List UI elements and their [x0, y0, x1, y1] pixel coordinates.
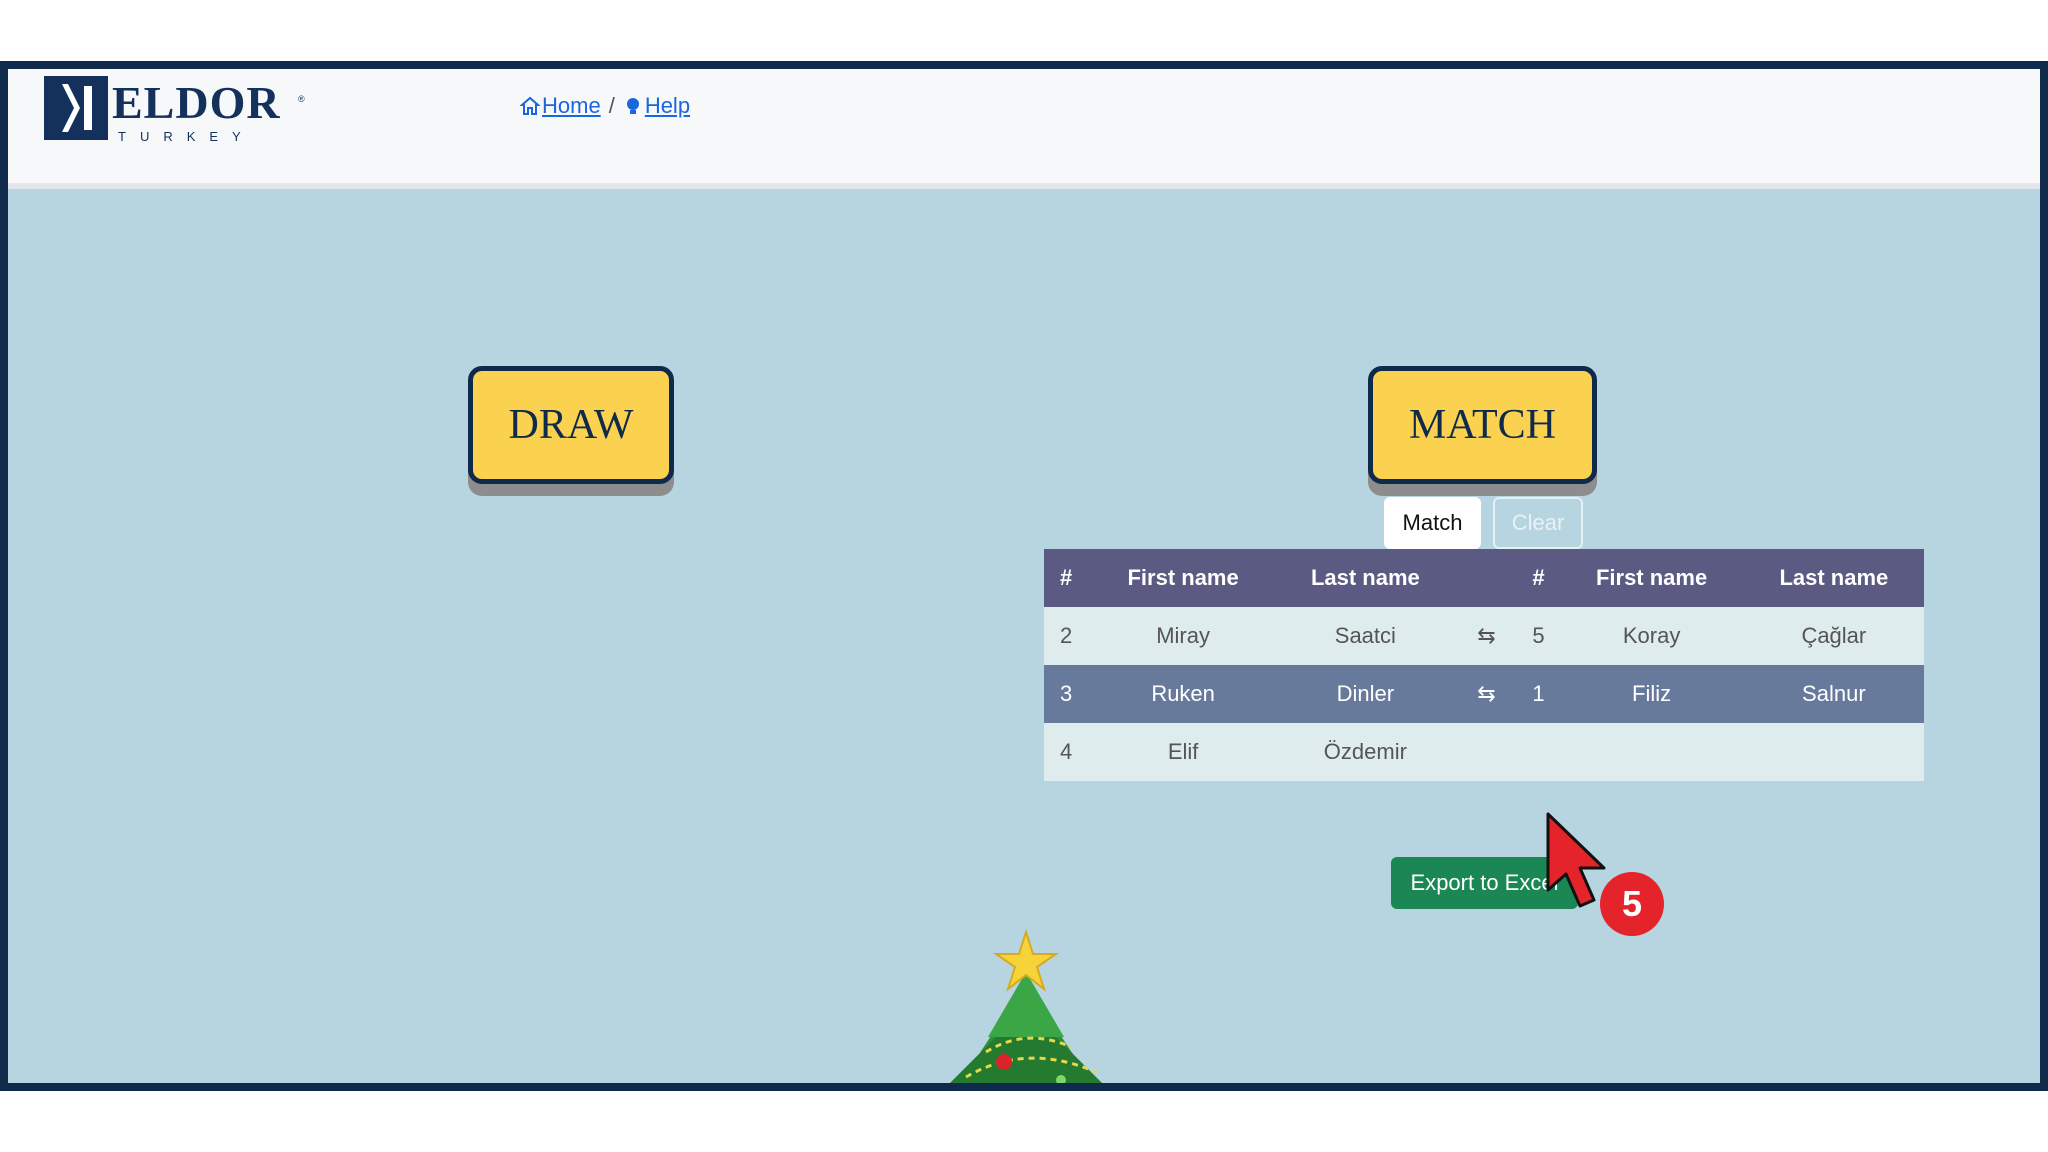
cell-last-name-2: Salnur — [1743, 665, 1924, 723]
cell-last-name: Saatci — [1275, 607, 1456, 665]
breadcrumb-separator: / — [608, 93, 615, 118]
match-results-table: # First name Last name # First name Last… — [1044, 549, 1924, 781]
logo-registered-mark: ® — [298, 94, 305, 104]
app-frame: ELDOR ® TURKEY Home / Help DRAW MATCH Ma… — [0, 61, 2048, 1091]
cell-first-name-2: Filiz — [1559, 665, 1744, 723]
cell-number: 2 — [1044, 607, 1091, 665]
lightbulb-icon — [626, 98, 639, 114]
app-viewport: ELDOR ® TURKEY Home / Help DRAW MATCH Ma… — [8, 69, 2040, 1083]
swap-cell-empty — [1455, 723, 1518, 781]
cell-first-name: Elif — [1091, 723, 1276, 781]
cell-number-2 — [1517, 723, 1560, 781]
swap-icon[interactable]: ⇆ — [1455, 665, 1518, 723]
header-last-name-2: Last name — [1743, 549, 1924, 607]
cell-last-name: Özdemir — [1275, 723, 1456, 781]
match-main-button[interactable]: MATCH — [1368, 366, 1597, 484]
swap-icon[interactable]: ⇆ — [1455, 607, 1518, 665]
logo-subtitle: TURKEY — [118, 129, 255, 144]
step-badge: 5 — [1600, 872, 1664, 936]
match-button[interactable]: Match — [1384, 497, 1481, 549]
christmas-tree-icon — [950, 928, 1102, 1083]
header-last-name: Last name — [1275, 549, 1456, 607]
cell-number-2: 1 — [1517, 665, 1560, 723]
header-swap — [1455, 549, 1518, 607]
logo-text: ELDOR — [112, 77, 281, 128]
header-first-name-2: First name — [1559, 549, 1744, 607]
header-first-name: First name — [1091, 549, 1276, 607]
cell-number: 3 — [1044, 665, 1091, 723]
cell-number-2: 5 — [1517, 607, 1560, 665]
header-number-2: # — [1517, 549, 1560, 607]
cell-first-name-2 — [1559, 723, 1744, 781]
cell-first-name-2: Koray — [1559, 607, 1744, 665]
clear-button[interactable]: Clear — [1493, 497, 1583, 549]
breadcrumb-home-label: Home — [542, 93, 601, 118]
draw-button[interactable]: DRAW — [468, 366, 674, 484]
cell-last-name-2: Çağlar — [1743, 607, 1924, 665]
breadcrumb-help-label: Help — [644, 93, 691, 118]
cell-first-name: Ruken — [1091, 665, 1276, 723]
breadcrumb-home-link[interactable]: Home — [520, 93, 601, 119]
header-number: # — [1044, 549, 1091, 607]
cell-last-name-2 — [1743, 723, 1924, 781]
cell-last-name: Dinler — [1275, 665, 1456, 723]
cell-number: 4 — [1044, 723, 1091, 781]
table-row: 3 Ruken Dinler ⇆ 1 Filiz Salnur — [1044, 665, 1924, 723]
home-icon — [520, 96, 540, 115]
breadcrumb: Home / Help — [520, 93, 690, 119]
table-row: 2 Miray Saatci ⇆ 5 Koray Çağlar — [1044, 607, 1924, 665]
table-row: 4 Elif Özdemir — [1044, 723, 1924, 781]
logo-mark-icon — [44, 76, 108, 140]
eldor-logo[interactable]: ELDOR ® TURKEY — [44, 74, 305, 144]
navbar: ELDOR ® TURKEY Home / Help — [8, 69, 2040, 189]
cell-first-name: Miray — [1091, 607, 1276, 665]
breadcrumb-help-link[interactable]: Help — [623, 93, 690, 119]
table-header-row: # First name Last name # First name Last… — [1044, 549, 1924, 607]
